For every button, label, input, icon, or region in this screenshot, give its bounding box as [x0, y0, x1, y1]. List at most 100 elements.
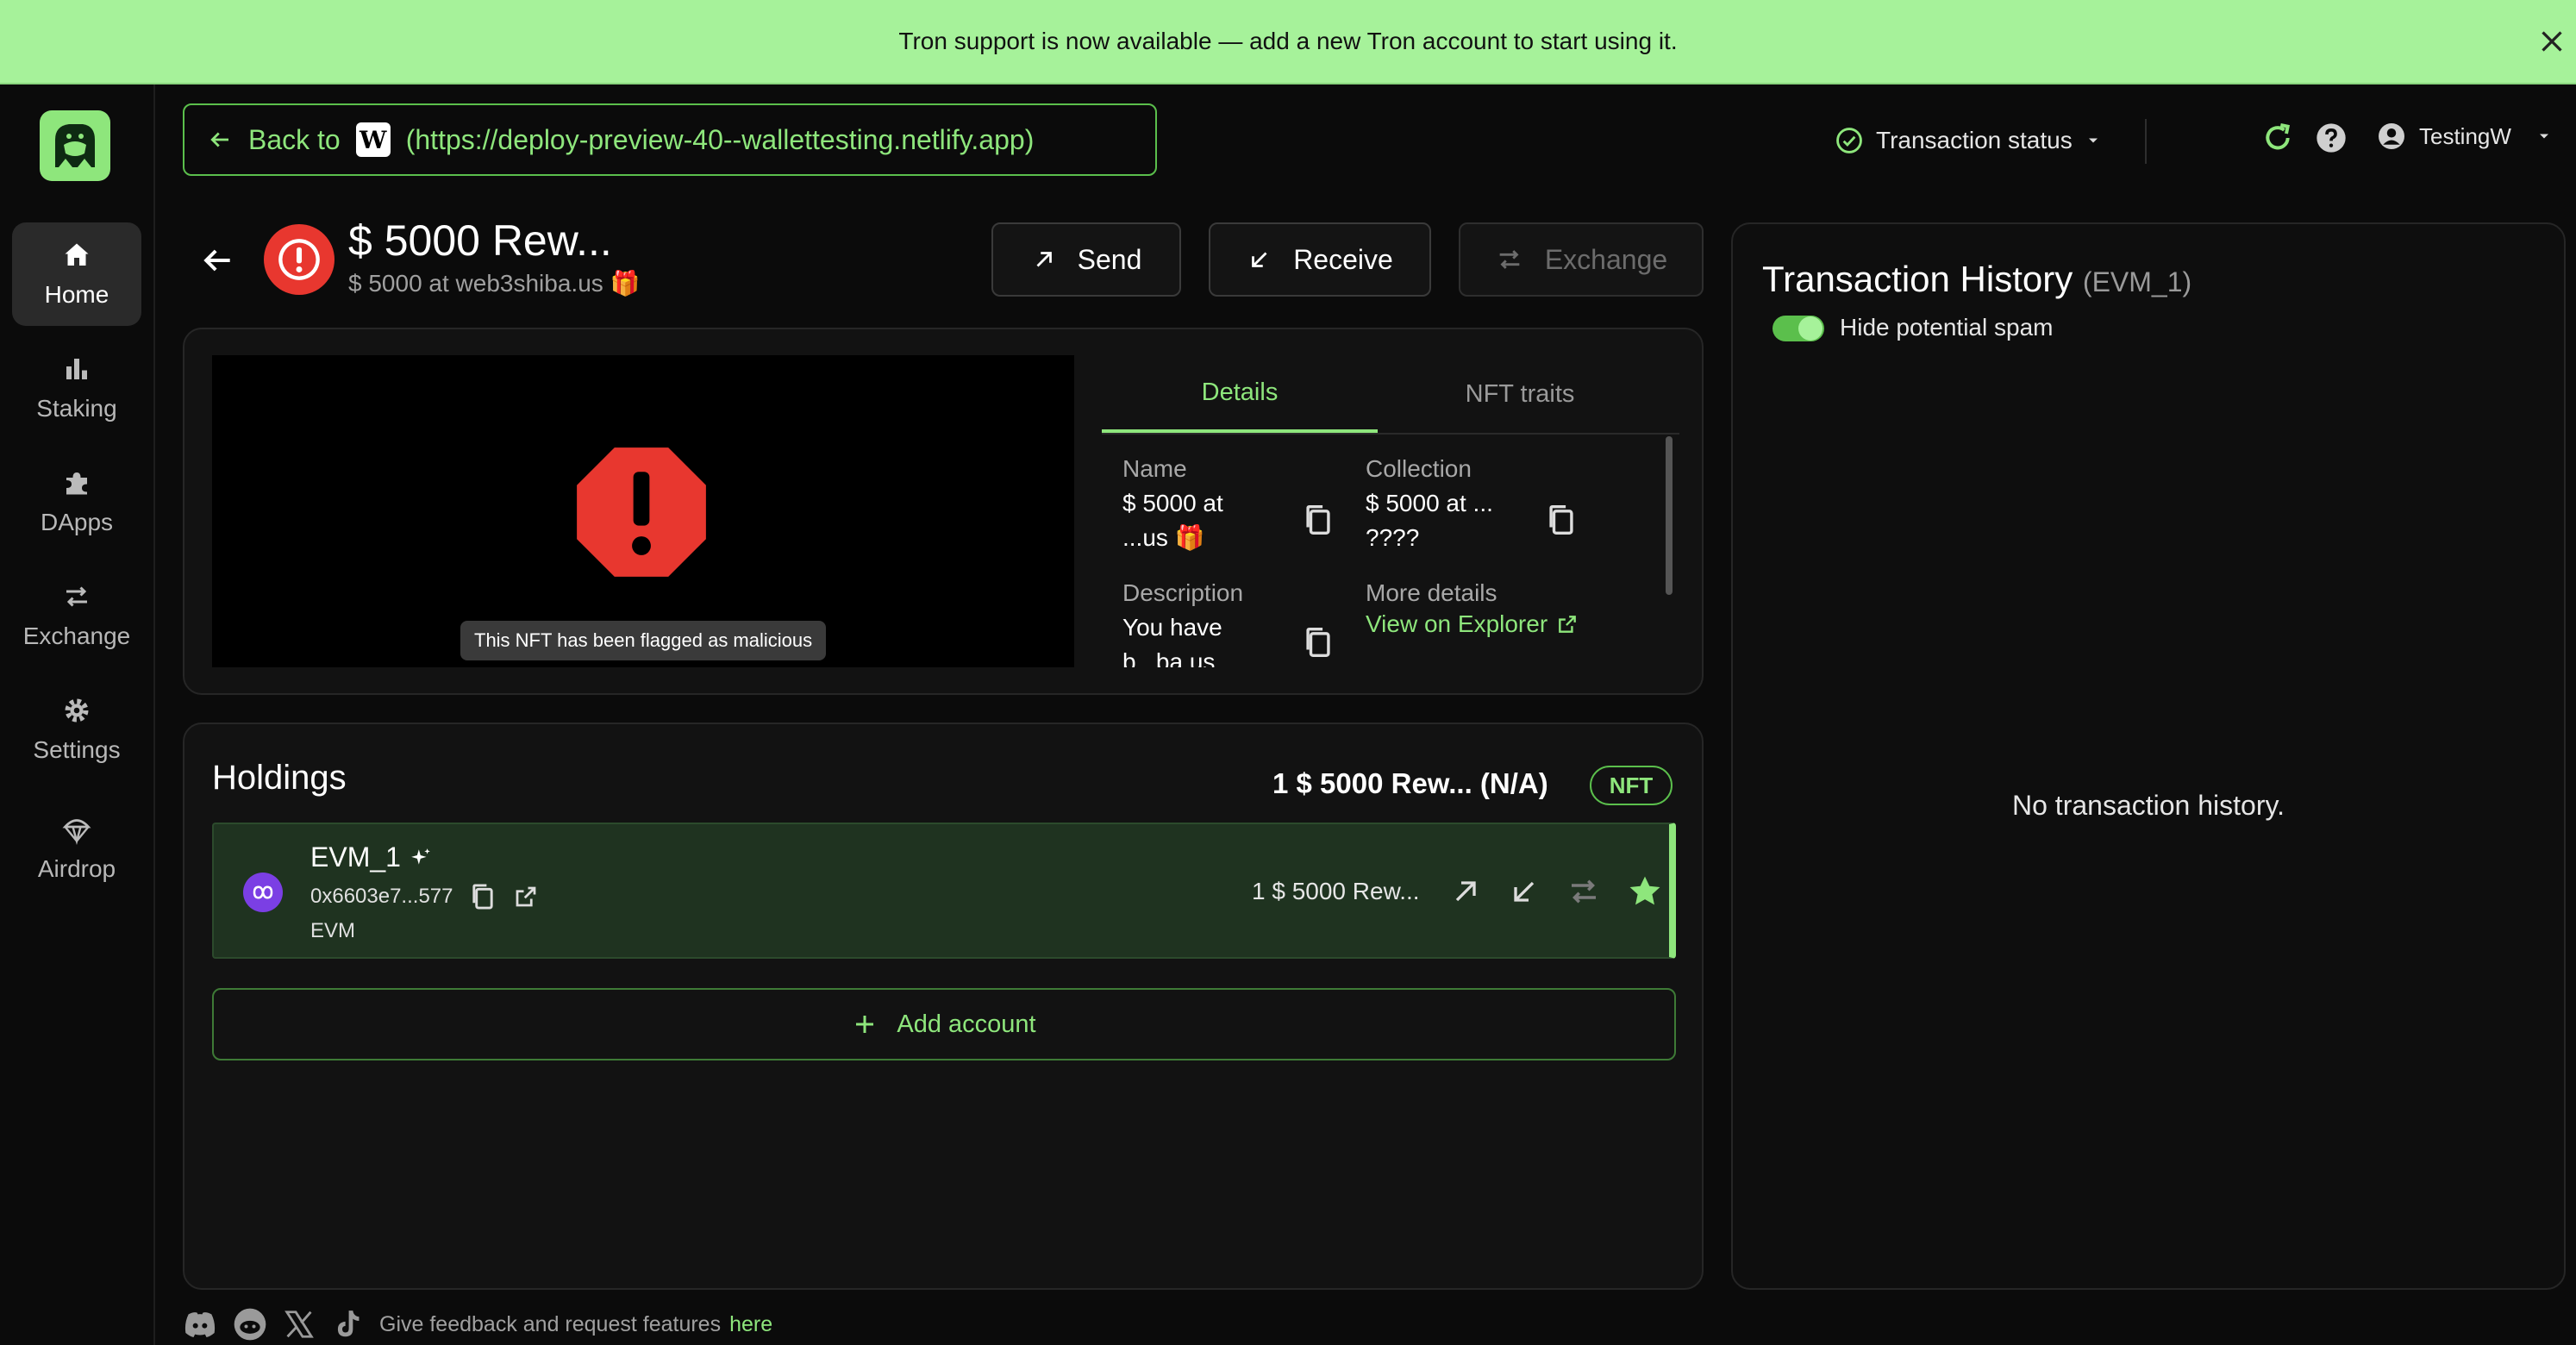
parachute-icon [62, 819, 91, 845]
reddit-icon[interactable] [233, 1307, 267, 1342]
token-title: $ 5000 Rew... [348, 216, 612, 265]
polygon-chain-icon [243, 873, 283, 912]
copy-icon[interactable] [470, 883, 496, 910]
external-link-icon[interactable] [513, 884, 539, 910]
account-actions [1448, 873, 1664, 910]
home-icon [65, 243, 89, 266]
help-icon[interactable] [2314, 121, 2348, 155]
empty-history-message: No transaction history. [2012, 790, 2285, 821]
gorilla-logo-icon[interactable] [40, 110, 110, 181]
check-circle-icon [1836, 128, 1862, 153]
holdings-title: Holdings [212, 759, 347, 797]
site-favicon-icon: W [355, 122, 391, 157]
footer: Give feedback and request features here [183, 1307, 772, 1342]
gear-icon [65, 698, 89, 723]
account-name: EVM_1 [310, 841, 401, 873]
puzzle-icon [66, 472, 87, 495]
feedback-link[interactable]: here [729, 1312, 772, 1337]
stop-warning-icon [577, 447, 706, 577]
details-scrollbar[interactable] [1666, 436, 1673, 595]
x-twitter-icon[interactable] [283, 1308, 316, 1341]
explorer-link-text: View on Explorer [1366, 610, 1548, 637]
sidebar-item-exchange[interactable]: Exchange [12, 564, 141, 667]
sidebar-item-settings[interactable]: Settings [12, 678, 141, 781]
sidebar-item-staking[interactable]: Staking [12, 336, 141, 440]
send-label: Send [1077, 243, 1142, 275]
sidebar-item-label: Settings [33, 736, 121, 763]
history-account: (EVM_1) [2082, 266, 2192, 297]
nft-tabs: Details NFT traits [1102, 355, 1679, 435]
name-value: $ 5000 at ...us 🎁 [1122, 490, 1223, 551]
nft-badge: NFT [1590, 766, 1673, 805]
receive-label: Receive [1293, 243, 1393, 275]
swap-icon [66, 586, 87, 607]
exchange-button[interactable]: Exchange [1459, 222, 1704, 297]
history-title: Transaction History (EVM_1) [1762, 259, 2191, 300]
banner-text: Tron support is now available — add a ne… [898, 28, 1678, 54]
view-on-explorer-link[interactable]: View on Explorer [1366, 610, 1579, 638]
external-link-icon [1559, 616, 1577, 633]
send-arrow-icon[interactable] [1448, 874, 1483, 909]
transaction-status-label: Transaction status [1876, 127, 2073, 153]
star-icon[interactable] [1626, 873, 1664, 910]
back-to-dapp-button[interactable]: Back to W (https://deploy-preview-40--wa… [183, 103, 1157, 176]
transaction-history-panel: Transaction History (EVM_1) Hide potenti… [1731, 222, 2566, 1290]
copy-icon[interactable] [1547, 504, 1576, 536]
sidebar-item-home[interactable]: Home [12, 222, 141, 326]
description-value: You have b...ba.us [1122, 614, 1222, 667]
refresh-icon[interactable] [2260, 121, 2295, 155]
sidebar-item-label: DApps [40, 509, 114, 535]
copy-icon[interactable] [1304, 626, 1333, 659]
arrow-left-icon [210, 132, 228, 147]
receive-button[interactable]: Receive [1209, 222, 1431, 297]
nft-image-placeholder: This NFT has been flagged as malicious [212, 355, 1074, 667]
user-avatar-icon [2379, 123, 2404, 149]
holdings-summary: 1 $ 5000 Rew... (N/A) [1272, 767, 1548, 799]
arrow-up-right-icon [1036, 252, 1052, 267]
copy-icon[interactable] [1304, 504, 1333, 536]
tiktok-icon[interactable] [331, 1308, 364, 1341]
sidebar-item-label: Home [44, 281, 109, 308]
collection-label: Collection [1366, 455, 1472, 482]
hide-spam-toggle[interactable] [1773, 316, 1824, 341]
name-label: Name [1122, 455, 1187, 482]
swap-icon [1499, 250, 1520, 269]
top-icon-group [2260, 121, 2348, 155]
sidebar-item-airdrop[interactable]: Airdrop [12, 797, 141, 900]
discord-icon[interactable] [183, 1310, 217, 1339]
username: TestingW [2419, 122, 2511, 149]
announcement-banner: Tron support is now available — add a ne… [0, 0, 2576, 84]
malicious-flag-tooltip: This NFT has been flagged as malicious [460, 621, 827, 660]
nft-details-card: This NFT has been flagged as malicious D… [183, 328, 1704, 695]
exchange-label: Exchange [1544, 243, 1668, 275]
history-title-text: Transaction History [1762, 259, 2073, 299]
tab-details[interactable]: Details [1102, 355, 1378, 433]
sidebar-item-dapps[interactable]: DApps [12, 450, 141, 554]
token-subtitle: $ 5000 at web3shiba.us 🎁 [348, 270, 641, 297]
account-address: 0x6603e7...577 [310, 885, 453, 908]
token-warning-badge [264, 224, 335, 295]
arrow-down-left-icon [1252, 252, 1267, 267]
alert-icon [278, 239, 320, 280]
account-balance: 1 $ 5000 Rew... [1252, 878, 1420, 904]
caret-down-icon [2539, 134, 2548, 139]
plus-icon [856, 1016, 874, 1033]
add-account-label: Add account [897, 1010, 1036, 1038]
description-label: Description [1122, 579, 1244, 606]
transaction-status-dropdown[interactable]: Transaction status [1835, 119, 2102, 162]
tab-nft-traits[interactable]: NFT traits [1378, 355, 1662, 433]
top-divider [2145, 119, 2147, 164]
account-row[interactable]: EVM_1 0x6603e7...577 EVM 1 $ 5000 Rew... [212, 823, 1676, 959]
swap-icon[interactable] [1566, 873, 1602, 910]
user-menu[interactable]: TestingW [2376, 121, 2553, 152]
send-button[interactable]: Send [991, 222, 1181, 297]
sidebar: Home Staking DApps Exchange Settings Air… [0, 84, 155, 1345]
feedback-text: Give feedback and request features [379, 1311, 722, 1336]
sidebar-item-label: Staking [36, 395, 117, 422]
add-account-button[interactable]: Add account [212, 988, 1676, 1060]
holdings-card: Holdings 1 $ 5000 Rew... (N/A) NFT EVM_1… [183, 723, 1704, 1290]
sidebar-item-label: Exchange [22, 622, 131, 649]
close-icon[interactable] [2536, 26, 2567, 57]
receive-arrow-icon[interactable] [1507, 874, 1541, 909]
back-arrow-icon[interactable] [198, 241, 236, 279]
